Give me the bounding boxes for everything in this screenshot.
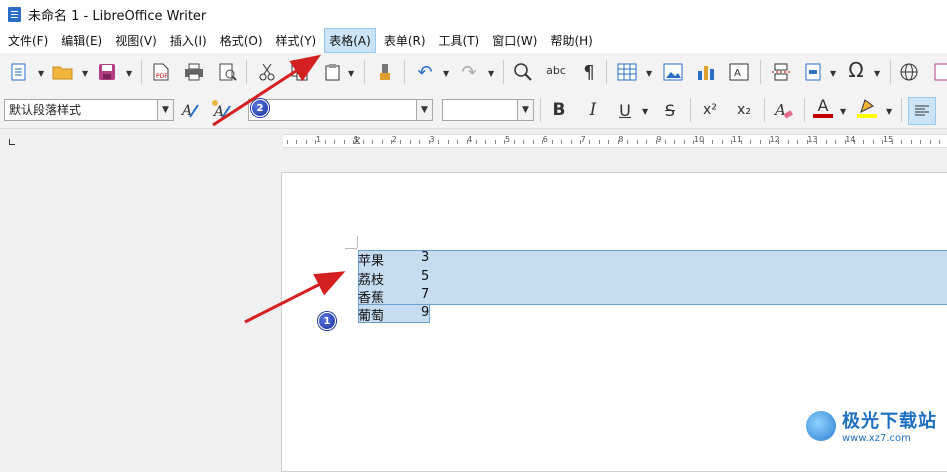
step-badge-1: 1 [318, 312, 336, 330]
watermark-url: www.xz7.com [842, 433, 911, 444]
watermark-logo-icon [806, 411, 836, 441]
step-badge-2: 2 [251, 99, 269, 117]
site-watermark: 极光下载站 www.xz7.com [806, 407, 937, 444]
annotation-arrows [0, 0, 947, 448]
watermark-title: 极光下载站 [842, 407, 937, 433]
